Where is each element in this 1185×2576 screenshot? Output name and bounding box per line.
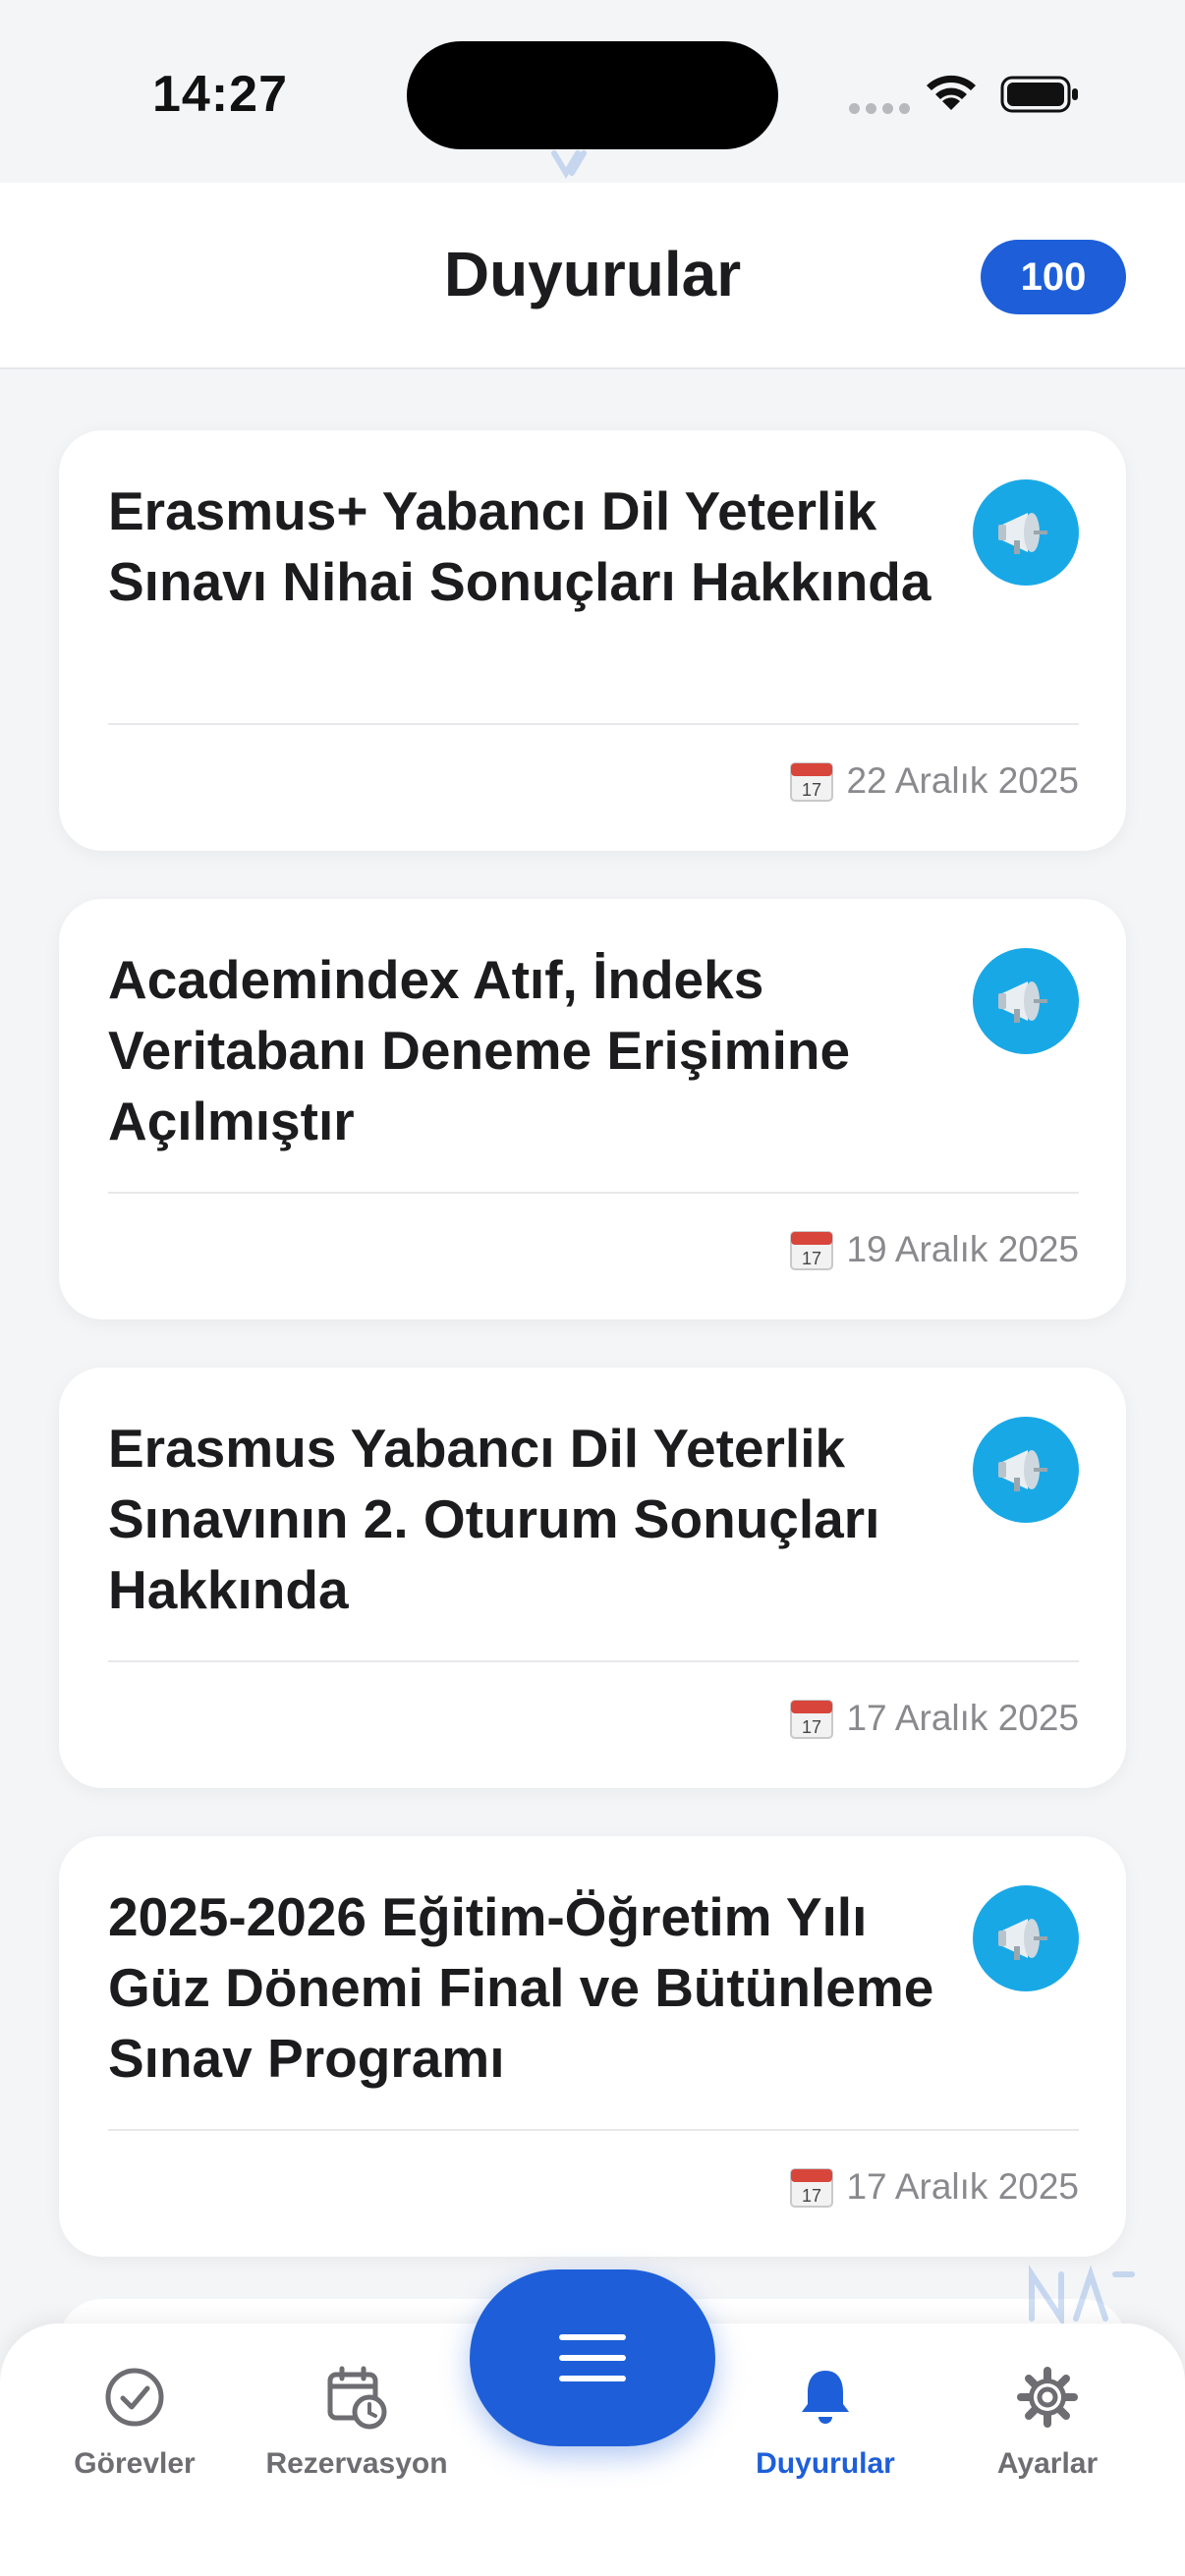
megaphone-icon — [973, 1417, 1079, 1523]
bell-icon — [802, 2371, 849, 2424]
cellular-signal-icon — [849, 103, 910, 114]
battery-icon — [1000, 76, 1078, 113]
svg-text:17: 17 — [802, 1717, 821, 1737]
card-divider — [108, 2129, 1079, 2131]
watermark-logo — [1029, 2265, 1135, 2328]
announcement-date: 17 17 Aralık 2025 — [789, 2165, 1079, 2209]
announcement-date: 17 19 Aralık 2025 — [789, 1228, 1079, 1271]
tab-gorevler[interactable]: Görevler — [27, 2365, 243, 2481]
tab-rezervasyon[interactable]: Rezervasyon — [249, 2365, 465, 2481]
announcement-date-text: 17 Aralık 2025 — [846, 2166, 1079, 2207]
announcement-title: Academindex Atıf, İndeks Veritabanı Dene… — [108, 949, 851, 1151]
tab-label: Ayarlar — [996, 2447, 1099, 2480]
announcement-card[interactable]: Erasmus Yabancı Dil Yeterlik Sınavının 2… — [59, 1368, 1126, 1788]
svg-text:17: 17 — [802, 2186, 821, 2206]
calendar-icon: 17 — [790, 1700, 834, 1739]
calendar-icon: 17 — [790, 2168, 834, 2208]
announcement-list: Erasmus+ Yabancı Dil Yeterlik Sınavı Nih… — [59, 430, 1126, 2305]
announcement-card[interactable]: 2025-2026 Eğitim-Öğretim Yılı Güz Dönemi… — [59, 1836, 1126, 2257]
tab-label: Duyurular — [756, 2447, 895, 2480]
announcement-date: 17 17 Aralık 2025 — [789, 1697, 1079, 1740]
dynamic-island — [407, 41, 778, 149]
tab-ayarlar[interactable]: Ayarlar — [939, 2365, 1156, 2481]
announcement-card[interactable]: Erasmus+ Yabancı Dil Yeterlik Sınavı Nih… — [59, 430, 1126, 851]
calendar-clock-icon — [327, 2366, 387, 2430]
calendar-icon: 17 — [790, 1231, 834, 1270]
header: Duyurular 100 — [0, 183, 1185, 369]
card-divider — [108, 1660, 1079, 1662]
calendar-icon: 17 — [790, 762, 834, 802]
announcement-date-text: 17 Aralık 2025 — [846, 1698, 1079, 1738]
tab-label: Görevler — [74, 2447, 196, 2480]
tab-label: Rezervasyon — [265, 2447, 448, 2480]
card-divider — [108, 723, 1079, 725]
gear-icon — [1017, 2367, 1078, 2428]
announcement-title: Erasmus Yabancı Dil Yeterlik Sınavının 2… — [108, 1418, 880, 1620]
card-divider — [108, 1192, 1079, 1194]
announcement-date-text: 19 Aralık 2025 — [846, 1229, 1079, 1269]
main-menu-button[interactable] — [470, 2269, 715, 2446]
announcement-card[interactable]: Academindex Atıf, İndeks Veritabanı Dene… — [59, 899, 1126, 1319]
check-circle-icon — [105, 2368, 164, 2427]
announcement-date: 17 22 Aralık 2025 — [789, 759, 1079, 803]
wifi-icon — [927, 75, 976, 110]
status-time: 14:27 — [152, 66, 288, 123]
app-screen: 14:27 Duyurular 100 Erasmus+ Yabancı Dil… — [0, 0, 1185, 2576]
megaphone-icon — [973, 948, 1079, 1054]
watermark-logo — [551, 150, 587, 179]
svg-text:17: 17 — [802, 780, 821, 800]
megaphone-icon — [973, 479, 1079, 586]
announcement-title: Erasmus+ Yabancı Dil Yeterlik Sınavı Nih… — [108, 480, 931, 612]
announcement-date-text: 22 Aralık 2025 — [846, 760, 1079, 801]
announcement-count-badge: 100 — [981, 240, 1126, 314]
tab-duyurular[interactable]: Duyurular — [717, 2365, 933, 2481]
megaphone-icon — [973, 1885, 1079, 1991]
announcement-title: 2025-2026 Eğitim-Öğretim Yılı Güz Dönemi… — [108, 1886, 934, 2089]
menu-icon — [559, 2334, 626, 2381]
svg-text:17: 17 — [802, 1249, 821, 1268]
